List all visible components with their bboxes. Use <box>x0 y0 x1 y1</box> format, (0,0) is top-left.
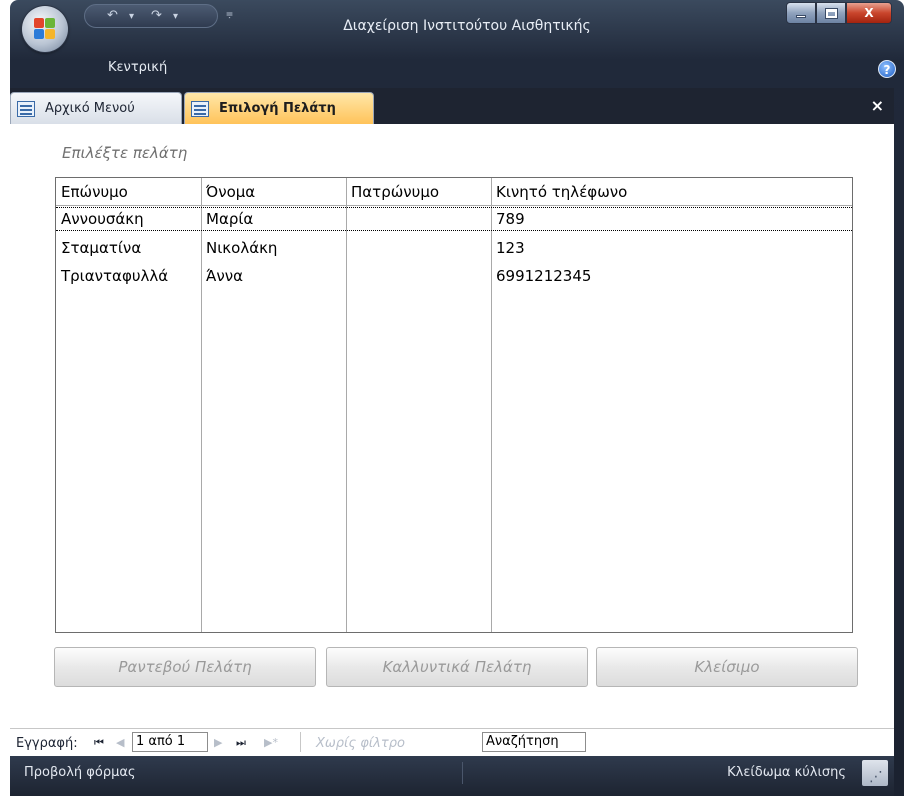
resize-grip-icon[interactable] <box>862 760 888 786</box>
tab-label: Αρχικό Μενού <box>45 101 135 116</box>
previous-record-icon[interactable]: ◀ <box>116 736 124 749</box>
caption-buttons: X <box>786 2 892 24</box>
ribbon: Κεντρική ? <box>10 52 904 88</box>
column-header-name[interactable]: Όνομα <box>201 180 346 204</box>
cell-mobile: 6991212345 <box>496 267 592 285</box>
list-item[interactable]: Αννουσάκη Μαρία 789 <box>56 207 852 231</box>
last-record-icon[interactable]: ⏭ <box>236 736 246 750</box>
cell-name: Μαρία <box>206 210 254 228</box>
cell-patronymic <box>346 207 491 231</box>
view-mode-status: Προβολή φόρμας <box>24 765 136 780</box>
help-icon[interactable]: ? <box>878 60 896 78</box>
column-header-mobile[interactable]: Κινητό τηλέφωνο <box>491 180 851 204</box>
tab-select-customer[interactable]: Επιλογή Πελάτη <box>184 92 374 124</box>
search-input[interactable]: Αναζήτηση <box>482 732 586 752</box>
title-bar: ↶ ▾ ↷ ▾ ⩦ Διαχείριση Ινστιτούτου Αισθητι… <box>10 0 904 52</box>
list-item[interactable]: Τριανταφυλλά Άννα 6991212345 <box>56 264 852 288</box>
filter-status[interactable]: Χωρίς φίλτρο <box>316 736 405 751</box>
document-tab-strip: Αρχικό Μενού Επιλογή Πελάτη × <box>10 88 894 124</box>
cell-surname: Τριανταφυλλά <box>61 267 169 285</box>
scroll-lock-status: Κλείδωμα κύλισης <box>727 765 846 780</box>
cell-surname: Σταματίνα <box>61 239 142 257</box>
cell-name: Νικολάκη <box>206 239 278 257</box>
status-bar: Προβολή φόρμας Κλείδωμα κύλισης <box>10 756 894 796</box>
cell-patronymic <box>346 236 491 260</box>
list-item[interactable]: Σταματίνα Νικολάκη 123 <box>56 236 852 260</box>
column-header-patronymic[interactable]: Πατρώνυμο <box>346 180 491 204</box>
next-record-icon[interactable]: ▶ <box>214 736 222 749</box>
form-body: Επιλέξτε πελάτη Επώνυμο Όνομα Πατρώνυμο … <box>10 124 894 728</box>
tab-label: Επιλογή Πελάτη <box>219 101 336 116</box>
tab-main-menu[interactable]: Αρχικό Μενού <box>10 92 182 124</box>
maximize-button[interactable] <box>816 2 846 24</box>
divider <box>462 762 463 784</box>
close-document-icon[interactable]: × <box>871 96 884 115</box>
customer-list[interactable]: Επώνυμο Όνομα Πατρώνυμο Κινητό τηλέφωνο … <box>55 177 853 633</box>
minimize-icon <box>796 15 806 18</box>
window-title: Διαχείριση Ινστιτούτου Αισθητικής <box>343 18 591 34</box>
divider <box>300 732 301 752</box>
cell-mobile: 123 <box>496 239 525 257</box>
cell-mobile: 789 <box>496 210 525 228</box>
form-heading: Επιλέξτε πελάτη <box>62 144 188 162</box>
new-record-icon[interactable]: ▶* <box>264 736 278 749</box>
form-icon <box>17 100 35 117</box>
close-button[interactable]: Κλείσιμο <box>596 647 858 687</box>
cell-name: Άννα <box>206 267 244 285</box>
minimize-button[interactable] <box>786 2 816 24</box>
cell-patronymic <box>346 264 491 288</box>
column-headers: Επώνυμο Όνομα Πατρώνυμο Κινητό τηλέφωνο <box>56 178 852 206</box>
customer-cosmetics-button[interactable]: Καλλυντικά Πελάτη <box>326 647 588 687</box>
customer-appointment-button[interactable]: Ραντεβού Πελάτη <box>54 647 316 687</box>
close-window-button[interactable]: X <box>846 2 892 24</box>
maximize-icon <box>824 7 838 19</box>
form-icon <box>191 100 209 117</box>
record-position-field[interactable]: 1 από 1 <box>132 732 208 752</box>
record-label: Εγγραφή: <box>16 736 78 751</box>
ribbon-tab-home[interactable]: Κεντρική <box>108 60 167 75</box>
record-navigation-bar: Εγγραφή: ⏮ ◀ 1 από 1 ▶ ⏭ ▶* Χωρίς φίλτρο… <box>10 728 894 756</box>
cell-surname: Αννουσάκη <box>61 210 144 228</box>
column-header-surname[interactable]: Επώνυμο <box>56 180 201 204</box>
first-record-icon[interactable]: ⏮ <box>94 736 104 750</box>
